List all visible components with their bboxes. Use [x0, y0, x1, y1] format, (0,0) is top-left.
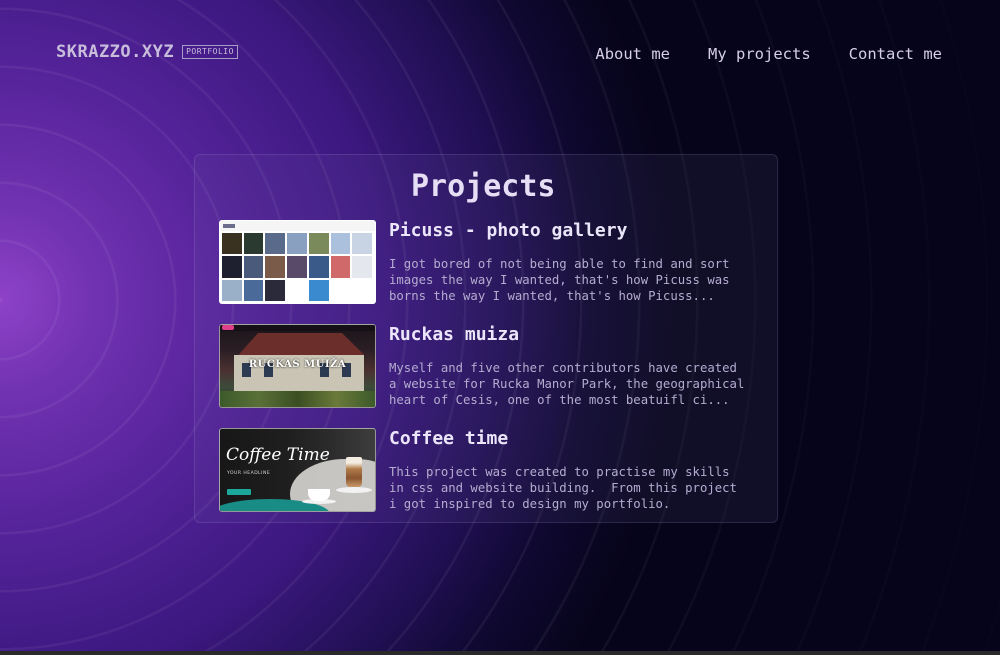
nav-link-contact-me[interactable]: Contact me: [849, 45, 942, 63]
site-logo[interactable]: SKRAZZO.XYZ PORTFOLIO: [56, 42, 238, 62]
portfolio-badge: PORTFOLIO: [182, 45, 238, 59]
latte-glass: [346, 457, 362, 487]
project-title[interactable]: Coffee time: [389, 428, 508, 449]
project-description: I got bored of not being able to find an…: [389, 257, 730, 303]
picuss-thumbnail[interactable]: [219, 220, 376, 304]
project-card-coffee-time[interactable]: Coffee Time YOUR HEADLINE Coffee time Th…: [219, 428, 759, 512]
site-header: SKRAZZO.XYZ PORTFOLIO About me My projec…: [0, 0, 1000, 110]
thumbnail-navbar: [220, 429, 375, 437]
thumbnail-navbar: [220, 325, 375, 331]
thumbnail-heading: RUCKAS MUIŽA: [248, 359, 347, 370]
logo-text: SKRAZZO.XYZ: [56, 42, 175, 62]
coffee-thumbnail[interactable]: Coffee Time YOUR HEADLINE: [219, 428, 376, 512]
project-title[interactable]: Ruckas muiza: [389, 324, 519, 345]
project-card-picuss[interactable]: Picuss - photo gallery I got bored of no…: [219, 220, 759, 304]
project-description: Myself and five other contributors have …: [389, 361, 745, 407]
ruckas-thumbnail[interactable]: RUCKAS MUIŽA: [219, 324, 376, 408]
project-description: This project was created to practise my …: [389, 465, 737, 511]
project-title[interactable]: Picuss - photo gallery: [389, 220, 627, 241]
thumbnail-topbar: [220, 221, 375, 231]
manor-roof: [238, 333, 365, 355]
window-bottom-edge: [0, 651, 1000, 655]
main-nav: About me My projects Contact me: [595, 45, 942, 63]
projects-title: Projects: [411, 169, 556, 204]
coffee-cup: [308, 489, 330, 501]
manor-garden: [220, 391, 375, 407]
project-card-ruckas-muiza[interactable]: RUCKAS MUIŽA Ruckas muiza Myself and fiv…: [219, 324, 759, 408]
nav-link-my-projects[interactable]: My projects: [708, 45, 811, 63]
thumbnail-heading: Coffee Time: [226, 445, 330, 465]
thumbnail-logo-mark: [222, 325, 234, 330]
thumbnail-order-button: [227, 489, 251, 495]
thumbnail-subheading: YOUR HEADLINE: [227, 471, 271, 476]
projects-panel: Projects Picuss - photo gallery I got bo…: [194, 154, 778, 523]
saucer: [336, 487, 372, 493]
nav-link-about-me[interactable]: About me: [595, 45, 670, 63]
thumbnail-photo-grid: [222, 233, 372, 301]
